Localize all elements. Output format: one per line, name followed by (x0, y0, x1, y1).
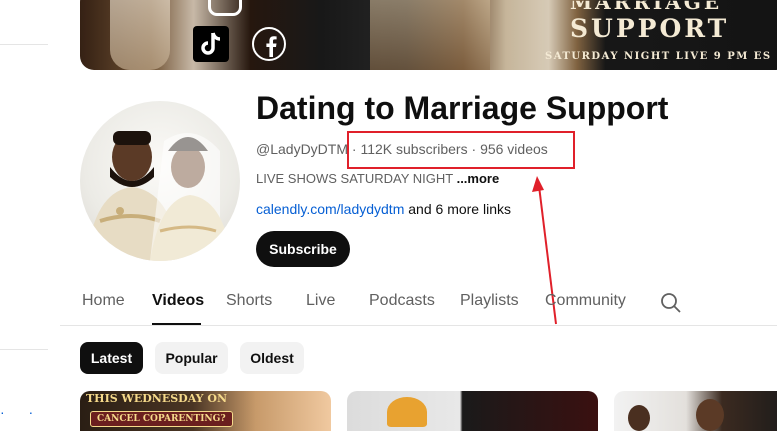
thumbnail-2-figure (387, 397, 427, 427)
tab-live[interactable]: Live (306, 292, 335, 310)
tabs-divider (60, 325, 777, 326)
thumbnail-3-face-2 (696, 399, 724, 431)
annotation-highlight-box (347, 131, 575, 169)
search-icon[interactable] (660, 292, 682, 314)
subscribe-button[interactable]: Subscribe (256, 231, 350, 267)
banner-title: SUPPORT (570, 14, 730, 43)
channel-avatar[interactable] (80, 101, 240, 261)
channel-handle[interactable]: @LadyDyDTM (256, 141, 348, 157)
chip-oldest[interactable]: Oldest (240, 342, 304, 374)
channel-name: Dating to Marriage Support (256, 90, 669, 126)
video-thumbnail-2[interactable] (347, 391, 598, 431)
channel-banner: MARRIAGE SUPPORT SATURDAY NIGHT LIVE 9 P… (80, 0, 777, 70)
tiktok-icon[interactable] (193, 26, 229, 62)
tab-home[interactable]: Home (82, 292, 125, 310)
tab-shorts[interactable]: Shorts (226, 292, 272, 310)
sidebar-divider-bottom (0, 349, 48, 350)
more-links-text[interactable]: and 6 more links (404, 201, 511, 217)
chip-popular[interactable]: Popular (155, 342, 228, 374)
thumbnail-3-face-1 (628, 405, 650, 431)
description-text: LIVE SHOWS SATURDAY NIGHT (256, 171, 457, 186)
video-thumbnail-3[interactable] (614, 391, 777, 431)
sidebar-indicator-dots: · · (0, 404, 44, 420)
channel-links: calendly.com/ladydydtm and 6 more links (256, 201, 511, 217)
sidebar-divider-top (0, 44, 48, 45)
facebook-icon[interactable] (252, 27, 286, 61)
thumbnail-1-text-bottom: CANCEL COPARENTING? (90, 411, 233, 427)
banner-subtitle: SATURDAY NIGHT LIVE 9 PM ES (545, 51, 772, 62)
calendly-link[interactable]: calendly.com/ladydydtm (256, 201, 404, 217)
banner-title-top: MARRIAGE (570, 0, 723, 14)
tab-playlists[interactable]: Playlists (460, 292, 519, 310)
tab-podcasts[interactable]: Podcasts (369, 292, 435, 310)
instagram-icon[interactable] (208, 0, 242, 16)
channel-description[interactable]: LIVE SHOWS SATURDAY NIGHT ...more (256, 171, 499, 186)
chip-latest[interactable]: Latest (80, 342, 143, 374)
tab-videos[interactable]: Videos (152, 292, 204, 310)
more-link[interactable]: ...more (457, 171, 500, 186)
video-thumbnail-1[interactable]: THIS WEDNESDAY ON CANCEL COPARENTING? (80, 391, 331, 431)
thumbnail-1-text-top: THIS WEDNESDAY ON (86, 392, 228, 405)
tab-community[interactable]: Community (545, 292, 626, 310)
